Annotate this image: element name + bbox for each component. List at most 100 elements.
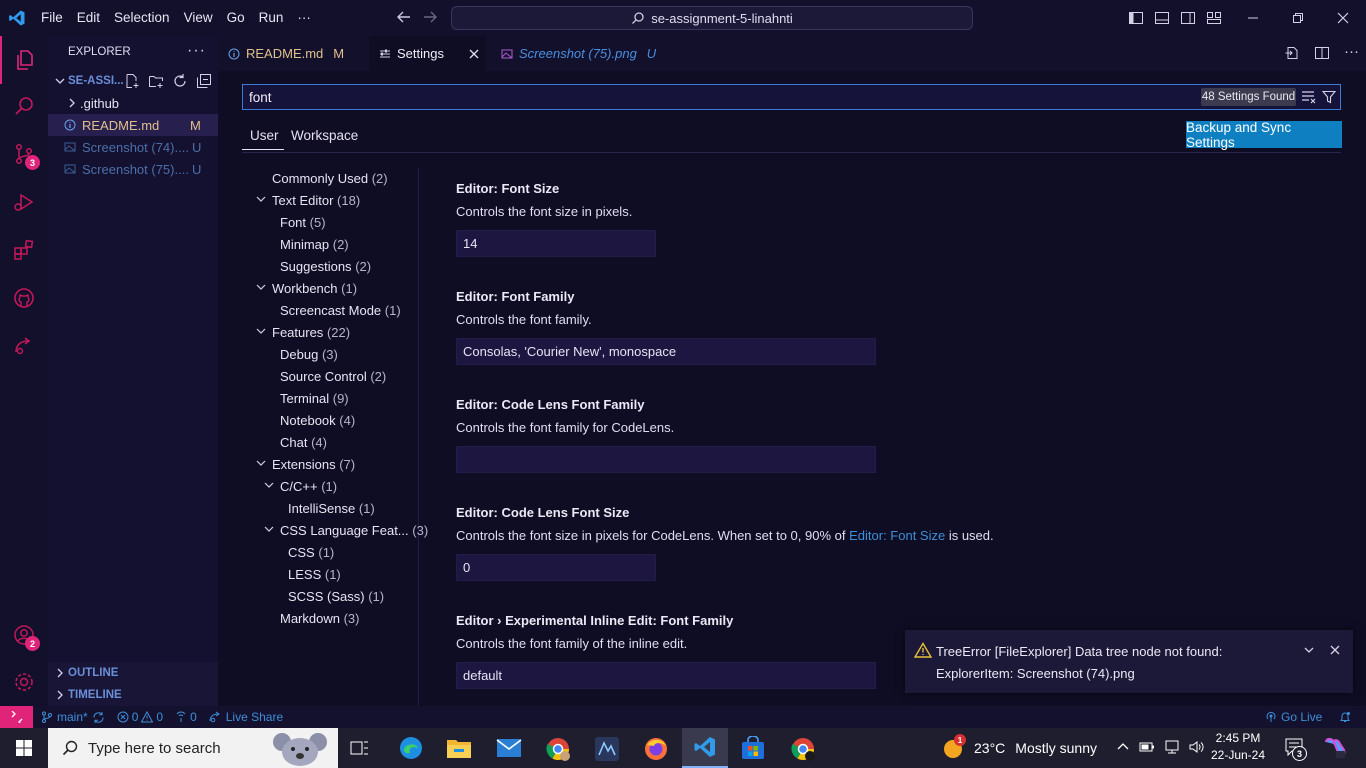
chevron-down-icon[interactable]	[1303, 644, 1315, 656]
menu-edit[interactable]: Edit	[70, 0, 107, 36]
menu-go[interactable]: Go	[220, 0, 252, 36]
source-control-activity[interactable]: 3	[0, 130, 48, 178]
toc-item-chat[interactable]: Chat (4)	[280, 435, 327, 450]
tab-user-settings[interactable]: User	[242, 128, 284, 150]
tree-item-screenshot-74[interactable]: Screenshot (74).... U	[48, 136, 218, 158]
minimize-icon[interactable]	[1247, 12, 1259, 24]
show-hidden-icons-chevron-up-icon[interactable]	[1116, 740, 1130, 754]
edge-icon[interactable]	[398, 736, 424, 760]
toc-item-scss[interactable]: SCSS (Sass) (1)	[288, 589, 384, 604]
filter-icon[interactable]	[1322, 90, 1336, 104]
back-arrow-icon[interactable]	[396, 9, 412, 25]
menu-view[interactable]: View	[177, 0, 220, 36]
more-actions-icon[interactable]: ···	[1344, 44, 1359, 61]
close-window-icon[interactable]	[1337, 12, 1349, 24]
toggle-sidebar-icon[interactable]	[1128, 10, 1144, 26]
weather-widget[interactable]: 1 23°C Mostly sunny	[942, 728, 1097, 768]
toc-item-extensions[interactable]: Extensions (7)	[255, 457, 355, 472]
start-button[interactable]	[0, 728, 48, 768]
toggle-secondary-sidebar-icon[interactable]	[1180, 10, 1196, 26]
clock[interactable]: 2:45 PM 22-Jun-24	[1206, 730, 1270, 764]
vpn-app-icon[interactable]	[594, 736, 620, 762]
backup-sync-button[interactable]: Backup and Sync Settings	[1186, 120, 1342, 150]
ports-indicator[interactable]: 0	[175, 710, 197, 724]
menu-selection[interactable]: Selection	[107, 0, 177, 36]
font-size-link[interactable]: Editor: Font Size	[849, 528, 945, 543]
close-tab-icon[interactable]	[468, 48, 480, 60]
new-folder-icon[interactable]	[148, 73, 164, 89]
go-live-status[interactable]: Go Live	[1265, 710, 1322, 724]
menu-run[interactable]: Run	[252, 0, 291, 36]
toc-item-less[interactable]: LESS (1)	[288, 567, 341, 582]
open-settings-json-icon[interactable]	[1284, 45, 1300, 61]
forward-arrow-icon[interactable]	[422, 9, 438, 25]
tree-item-readme[interactable]: README.md M	[48, 114, 218, 136]
tab-readme[interactable]: README.md M	[218, 36, 364, 71]
explorer-more-icon[interactable]: ···	[187, 42, 206, 60]
settings-search-input[interactable]: font	[242, 84, 1341, 110]
toc-item-commonly-used[interactable]: Commonly Used (2)	[272, 171, 388, 186]
mail-icon[interactable]	[496, 738, 522, 758]
timeline-section[interactable]: TIMELINE	[48, 684, 218, 706]
code-lens-font-family-input[interactable]	[456, 446, 876, 473]
toc-item-css[interactable]: CSS (1)	[288, 545, 334, 560]
tab-settings[interactable]: Settings	[369, 36, 486, 71]
toc-item-intellisense[interactable]: IntelliSense (1)	[288, 501, 375, 516]
toggle-panel-icon[interactable]	[1154, 10, 1170, 26]
toc-item-workbench[interactable]: Workbench (1)	[255, 281, 357, 296]
code-lens-font-size-input[interactable]: 0	[456, 554, 656, 581]
search-activity[interactable]	[0, 82, 48, 130]
task-view-icon[interactable]	[350, 739, 370, 757]
git-branch[interactable]: main*	[41, 710, 105, 724]
chrome-icon[interactable]	[790, 736, 816, 762]
refresh-icon[interactable]	[172, 73, 188, 89]
toc-item-cpp[interactable]: C/C++ (1)	[263, 479, 337, 494]
accounts-activity[interactable]: 2	[0, 611, 48, 659]
clear-filter-icon[interactable]	[1301, 90, 1317, 104]
store-icon[interactable]	[740, 736, 766, 760]
split-editor-icon[interactable]	[1314, 45, 1330, 61]
battery-icon[interactable]	[1139, 740, 1155, 754]
sync-icon[interactable]	[92, 711, 105, 724]
toc-item-source-control[interactable]: Source Control (2)	[280, 369, 386, 384]
toc-item-screencast-mode[interactable]: Screencast Mode (1)	[280, 303, 401, 318]
extensions-activity[interactable]	[0, 226, 48, 274]
toc-item-features[interactable]: Features (22)	[255, 325, 350, 340]
toc-item-markdown[interactable]: Markdown (3)	[280, 611, 359, 626]
network-icon[interactable]	[1164, 740, 1180, 754]
volume-icon[interactable]	[1189, 740, 1205, 754]
tree-item-screenshot-75[interactable]: Screenshot (75).... U	[48, 158, 218, 180]
new-file-icon[interactable]	[124, 73, 140, 89]
live-share-activity[interactable]	[0, 322, 48, 370]
live-share-status[interactable]: Live Share	[209, 710, 283, 724]
notifications-bell-icon[interactable]	[1339, 711, 1351, 723]
firefox-icon[interactable]	[643, 736, 669, 762]
tree-item-github[interactable]: .github	[48, 92, 218, 114]
remote-indicator[interactable]	[0, 706, 33, 728]
font-family-input[interactable]: Consolas, 'Courier New', monospace	[456, 338, 876, 365]
outline-section[interactable]: OUTLINE	[48, 662, 218, 684]
tab-workspace-settings[interactable]: Workspace	[291, 128, 358, 150]
close-notification-icon[interactable]	[1329, 644, 1341, 656]
customize-layout-icon[interactable]	[1206, 10, 1222, 26]
toc-item-minimap[interactable]: Minimap (2)	[280, 237, 349, 252]
vscode-taskbar-button[interactable]	[682, 728, 728, 768]
command-center[interactable]: se-assignment-5-linahnti	[451, 6, 973, 30]
toc-item-css-language-features[interactable]: CSS Language Feat... (3)	[263, 523, 428, 538]
font-size-input[interactable]: 14	[456, 230, 656, 257]
taskbar-search[interactable]: Type here to search	[48, 728, 338, 768]
menu-file[interactable]: File	[34, 0, 70, 36]
github-activity[interactable]	[0, 274, 48, 322]
file-explorer-icon[interactable]	[446, 737, 472, 759]
run-debug-activity[interactable]	[0, 178, 48, 226]
toc-item-font[interactable]: Font (5)	[280, 215, 326, 230]
chrome-profile-icon[interactable]	[545, 736, 571, 762]
problems-indicator[interactable]: 0 0	[117, 710, 163, 724]
inline-edit-font-family-input[interactable]: default	[456, 662, 876, 689]
tab-screenshot-75[interactable]: Screenshot (75).png U	[491, 36, 671, 71]
menu-more[interactable]: ···	[290, 0, 318, 36]
restore-icon[interactable]	[1292, 12, 1304, 24]
action-center[interactable]: 3	[1284, 738, 1307, 761]
collapse-all-icon[interactable]	[196, 73, 212, 89]
toc-item-suggestions[interactable]: Suggestions (2)	[280, 259, 371, 274]
